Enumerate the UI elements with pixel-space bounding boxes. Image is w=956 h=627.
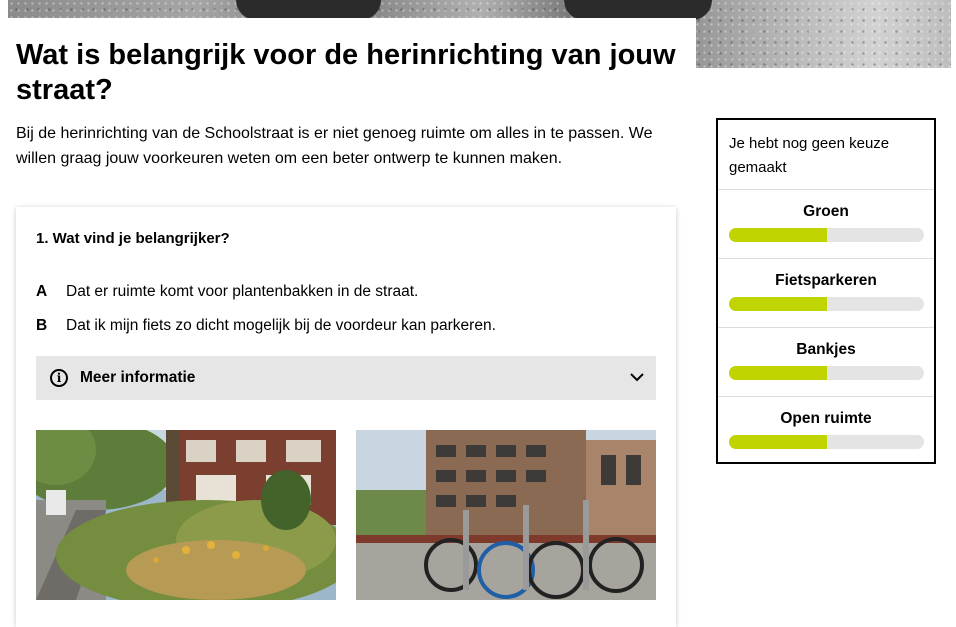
page-title: Wat is belangrijk voor de herinrichting … [16, 39, 676, 106]
info-icon: i [50, 369, 68, 387]
priority-label: Open ruimte [780, 410, 872, 427]
option-b[interactable]: B Dat ik mijn fiets zo dicht mogelijk bi… [36, 317, 496, 335]
chevron-down-icon [630, 369, 644, 387]
option-text: Dat er ruimte komt voor plantenbakken in… [66, 283, 419, 300]
priority-fietsparkeren: Fietsparkeren [718, 259, 934, 328]
priority-bar [729, 366, 924, 380]
question-card: 1. Wat vind je belangrijker? A Dat er ru… [16, 207, 676, 627]
priority-bankjes: Bankjes [718, 328, 934, 397]
bicycle-parking-photo [356, 430, 656, 600]
priority-label: Groen [803, 203, 849, 220]
priority-bar [729, 228, 924, 242]
intro-text: Bij de herinrichting van de Schoolstraat… [16, 125, 653, 167]
more-info-toggle[interactable]: i Meer informatie [36, 356, 656, 400]
option-letter: A [36, 283, 48, 300]
more-info-label: Meer informatie [80, 369, 196, 386]
option-a[interactable]: A Dat er ruimte komt voor plantenbakken … [36, 283, 418, 301]
option-letter: B [36, 317, 48, 334]
option-text: Dat ik mijn fiets zo dicht mogelijk bij … [66, 317, 496, 334]
priority-groen: Groen [718, 190, 934, 259]
priority-bar [729, 297, 924, 311]
priority-open-ruimte: Open ruimte [718, 397, 934, 465]
question-title: 1. Wat vind je belangrijker? [36, 230, 230, 247]
priority-label: Bankjes [796, 341, 856, 358]
planters-photo [36, 430, 336, 600]
priority-sidebar: Je hebt nog geen keuze gemaakt Groen Fie… [716, 118, 936, 464]
priority-label: Fietsparkeren [775, 272, 877, 289]
priority-bar [729, 435, 924, 449]
choice-status: Je hebt nog geen keuze gemaakt [718, 120, 934, 190]
